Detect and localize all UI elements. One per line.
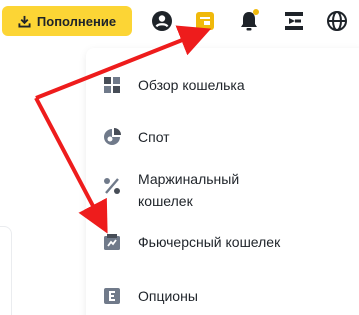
menu-item-label: Опционы — [138, 288, 198, 304]
download-icon — [18, 15, 31, 28]
menu-item-spot[interactable]: Спот — [102, 126, 342, 148]
left-panel — [0, 226, 12, 315]
deposit-button[interactable]: Пополнение — [2, 6, 132, 36]
page: Пополнение Обзор кошелька Спот Маржиналь… — [0, 0, 359, 315]
menu-item-label: Спот — [138, 129, 170, 145]
deposit-label: Пополнение — [36, 13, 117, 29]
globe-icon[interactable] — [326, 10, 348, 32]
notifications-icon[interactable] — [238, 9, 260, 32]
menu-item-futures[interactable]: Фьючерсный кошелек — [102, 231, 342, 253]
wallet-icon[interactable] — [194, 10, 216, 32]
top-bar: Пополнение — [0, 0, 359, 44]
transfer-icon[interactable] — [283, 10, 305, 32]
menu-item-label: Маржинальный кошелек — [138, 171, 240, 209]
profile-icon[interactable] — [151, 10, 173, 32]
notification-dot — [253, 9, 259, 15]
overview-icon — [102, 75, 122, 95]
wallet-dropdown: Обзор кошелька Спот Маржинальный кошелек… — [86, 48, 359, 315]
menu-item-options[interactable]: Опционы — [102, 285, 342, 307]
menu-item-margin[interactable]: Маржинальный кошелек — [102, 168, 342, 212]
menu-item-label: Обзор кошелька — [138, 77, 245, 93]
spot-icon — [102, 127, 122, 147]
margin-icon — [102, 176, 122, 196]
menu-item-label: Фьючерсный кошелек — [138, 234, 281, 250]
options-icon — [102, 286, 122, 306]
futures-icon — [102, 232, 122, 252]
menu-item-overview[interactable]: Обзор кошелька — [102, 74, 342, 96]
